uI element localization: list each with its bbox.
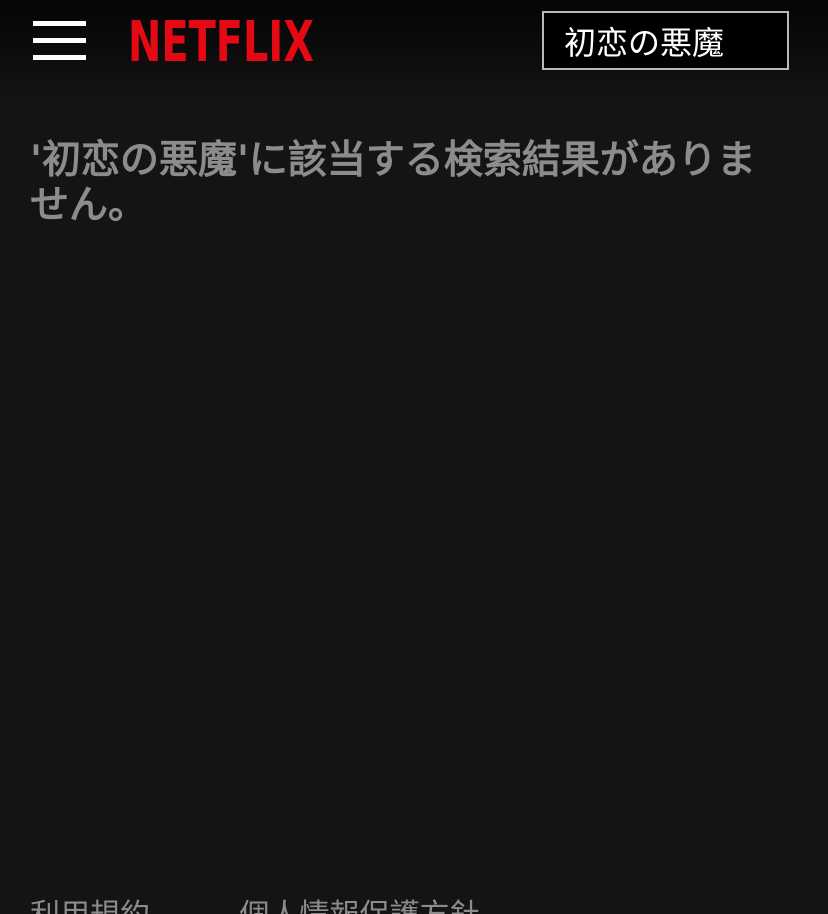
header-bar: NETFLIX [0,0,828,98]
hamburger-menu-icon[interactable] [33,21,86,61]
terms-of-use-link[interactable]: 利用規約 [30,898,150,914]
netflix-logo[interactable]: NETFLIX [128,13,314,65]
privacy-policy-link[interactable]: 個人情報保護方針 [240,898,480,914]
no-results-message: '初恋の悪魔'に該当する検索結果がありません。 [30,138,756,228]
search-input[interactable] [542,11,789,70]
footer-links: 利用規約 個人情報保護方針 [30,898,560,914]
svg-text:NETFLIX: NETFLIX [128,13,314,65]
